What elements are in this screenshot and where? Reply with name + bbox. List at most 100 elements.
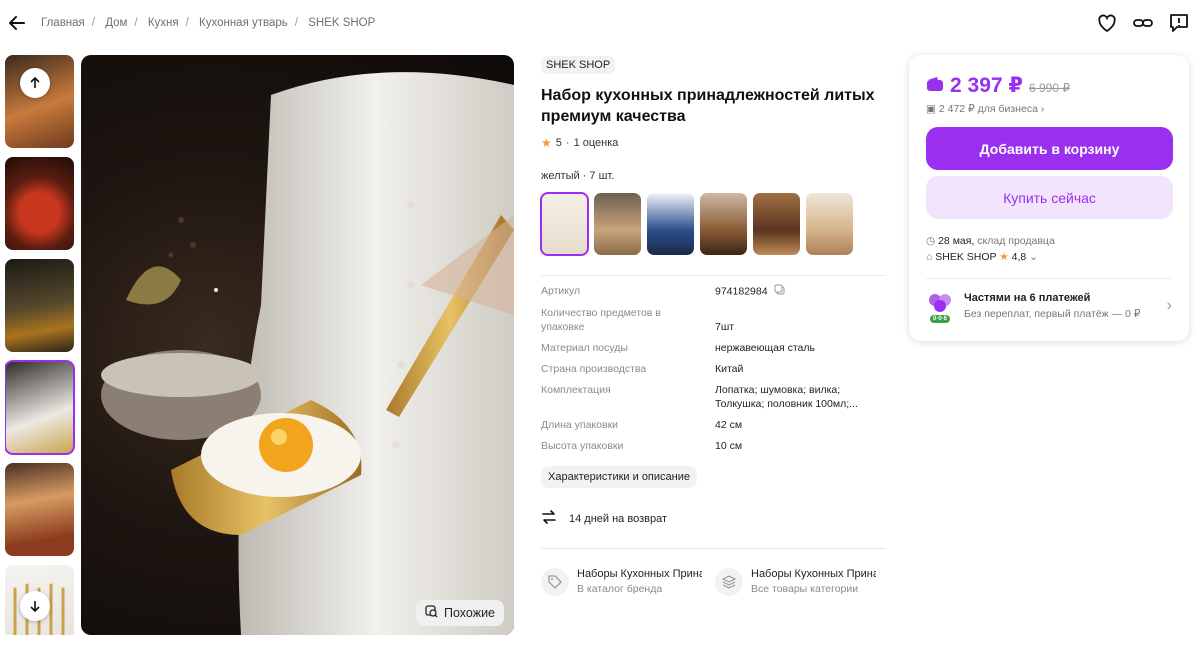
back-arrow-icon[interactable]	[8, 14, 26, 32]
wallet-icon	[926, 76, 944, 97]
top-actions	[1096, 12, 1190, 34]
add-to-cart-button[interactable]: Добавить в корзину	[926, 127, 1173, 170]
spec-value: Китай	[715, 363, 744, 375]
characteristics-button[interactable]: Характеристики и описание	[541, 466, 697, 488]
variant-swatch[interactable]	[594, 193, 641, 255]
delivery-source: склад продавца	[977, 235, 1055, 247]
spec-key: Длина упаковки	[541, 419, 619, 431]
return-label: 14 дней на возврат	[569, 512, 667, 525]
thumbnail-image[interactable]	[5, 157, 74, 250]
heart-icon[interactable]	[1096, 12, 1118, 34]
thumbnail-image-selected[interactable]	[5, 360, 75, 455]
delivery-date: 28 мая,	[938, 235, 975, 247]
spec-key: Количество предметов в упаковке	[541, 307, 661, 333]
rating[interactable]: ★ 5 · 1 оценка	[541, 136, 886, 150]
price-row: 2 397 ₽ 6 990 ₽	[926, 73, 1172, 98]
divider	[541, 548, 886, 549]
spec-value: Лопатка; шумовка; вилка; Толкушка; полов…	[715, 384, 858, 410]
spec-key: Высота упаковки	[541, 440, 624, 452]
similar-button[interactable]: Похожие	[415, 600, 504, 626]
spec-row: Комплектация Лопатка; шумовка; вилка; То…	[541, 383, 886, 411]
chevron-down-icon: ⌄	[1029, 251, 1038, 263]
spec-key: Материал посуды	[541, 342, 628, 354]
seller-rating: 4,8	[1011, 251, 1027, 263]
chevron-right-icon: ›	[1166, 297, 1172, 314]
spec-key: Страна производства	[541, 363, 647, 375]
star-icon: ★	[541, 136, 552, 150]
installment-icon: 0·0·6	[926, 291, 954, 323]
brand-catalog-link[interactable]: Наборы Кухонных Принадлежностей В катало…	[541, 568, 703, 596]
spec-key: Артикул	[541, 285, 581, 297]
brand-links: Наборы Кухонных Принадлежностей В катало…	[541, 568, 886, 596]
variant-swatch[interactable]	[647, 193, 694, 255]
clock-icon: ◷	[926, 235, 936, 247]
spec-value: 42 см	[715, 419, 743, 431]
spec-row: Высота упаковки 10 см	[541, 439, 886, 453]
return-arrows-icon	[541, 509, 557, 528]
spec-row: Длина упаковки 42 см	[541, 418, 886, 432]
business-price-label: 2 472 ₽ для бизнеса	[938, 103, 1038, 115]
business-price[interactable]: ▣ 2 472 ₽ для бизнеса ›	[926, 103, 1172, 115]
old-price: 6 990 ₽	[1029, 81, 1070, 95]
buy-now-button[interactable]: Купить сейчас	[926, 176, 1173, 219]
thumbnail-image[interactable]	[5, 463, 74, 556]
variant-swatch-selected[interactable]	[540, 192, 589, 256]
installment-offer[interactable]: 0·0·6 Частями на 6 платежей Без переплат…	[926, 278, 1172, 323]
breadcrumb: Главная / Дом / Кухня / Кухонная утварь / SH…	[41, 17, 376, 29]
installment-subtitle: Без переплат, первый платёж — 0 ₽	[964, 308, 1141, 320]
delivery-info: ◷ 28 мая, склад продавца ⌂ SHEK SHOP ★ 4…	[926, 233, 1172, 265]
installment-title: Частями на 6 платежей	[964, 292, 1091, 304]
variant-swatch[interactable]	[700, 193, 747, 255]
spec-row: Артикул 974182984	[541, 284, 886, 299]
thumbnail-strip	[5, 55, 75, 635]
rating-value: 5	[555, 137, 562, 149]
briefcase-icon: ▣	[926, 103, 936, 115]
link-subtitle: Все товары категории	[751, 583, 859, 595]
copy-icon[interactable]	[774, 284, 785, 299]
installment-badge: 0·0·6	[930, 315, 951, 323]
variant-swatch[interactable]	[806, 193, 853, 255]
tag-icon	[541, 568, 569, 596]
rating-separator: ·	[565, 137, 570, 149]
reviews-count: 1 оценка	[573, 137, 619, 149]
product-title: Набор кухонных принадлежностей литых пре…	[541, 87, 875, 125]
arrow-up-icon[interactable]	[20, 68, 50, 98]
chevron-right-icon: ›	[1040, 103, 1045, 115]
link-icon[interactable]	[1132, 12, 1154, 34]
spec-value: 10 см	[715, 440, 743, 452]
category-link[interactable]: Наборы Кухонных Принадлежностей Все това…	[715, 568, 877, 596]
breadcrumb-item[interactable]: Главная	[41, 17, 85, 29]
spec-value: 7шт	[715, 321, 735, 333]
link-subtitle: В каталог бренда	[577, 583, 663, 595]
shop-icon: ⌂	[926, 251, 933, 263]
variant-swatch[interactable]	[753, 193, 800, 255]
breadcrumb-item[interactable]: Кухня	[148, 17, 179, 29]
seller-name: SHEK SHOP	[935, 251, 997, 263]
variant-swatches	[540, 192, 886, 256]
thumbnail-image[interactable]	[5, 259, 74, 352]
return-info[interactable]: 14 дней на возврат	[541, 509, 886, 528]
report-icon[interactable]	[1168, 12, 1190, 34]
link-title: Наборы Кухонных Принадлежностей	[577, 568, 702, 580]
spec-row: Количество предметов в упаковке 7шт	[541, 306, 886, 334]
breadcrumb-item[interactable]: Дом	[105, 17, 127, 29]
variant-label: желтый · 7 шт.	[541, 170, 615, 182]
star-icon: ★	[999, 251, 1009, 263]
stack-icon	[715, 568, 743, 596]
chef-illustration	[101, 72, 514, 635]
spec-row: Страна производства Китай	[541, 362, 886, 376]
similar-label: Похожие	[443, 606, 495, 620]
price: 2 397 ₽	[950, 74, 1023, 97]
specs-table: Артикул 974182984 Количество предметов в…	[541, 275, 886, 453]
top-bar: Главная / Дом / Кухня / Кухонная утварь / SH…	[0, 0, 1200, 48]
buy-box: 2 397 ₽ 6 990 ₽ ▣ 2 472 ₽ для бизнеса › …	[909, 55, 1189, 341]
image-search-icon	[425, 605, 438, 621]
article-number: 974182984	[715, 285, 768, 298]
breadcrumb-item[interactable]: Кухонная утварь	[199, 17, 288, 29]
breadcrumb-item[interactable]: SHEK SHOP	[308, 17, 375, 29]
seller-row[interactable]: ⌂ SHEK SHOP ★ 4,8 ⌄	[926, 249, 1172, 265]
main-product-image[interactable]: Похожие	[81, 55, 514, 635]
spec-row: Материал посуды нержавеющая сталь	[541, 341, 886, 355]
arrow-down-icon[interactable]	[20, 591, 50, 621]
brand-badge[interactable]: SHEK SHOP	[541, 56, 616, 74]
